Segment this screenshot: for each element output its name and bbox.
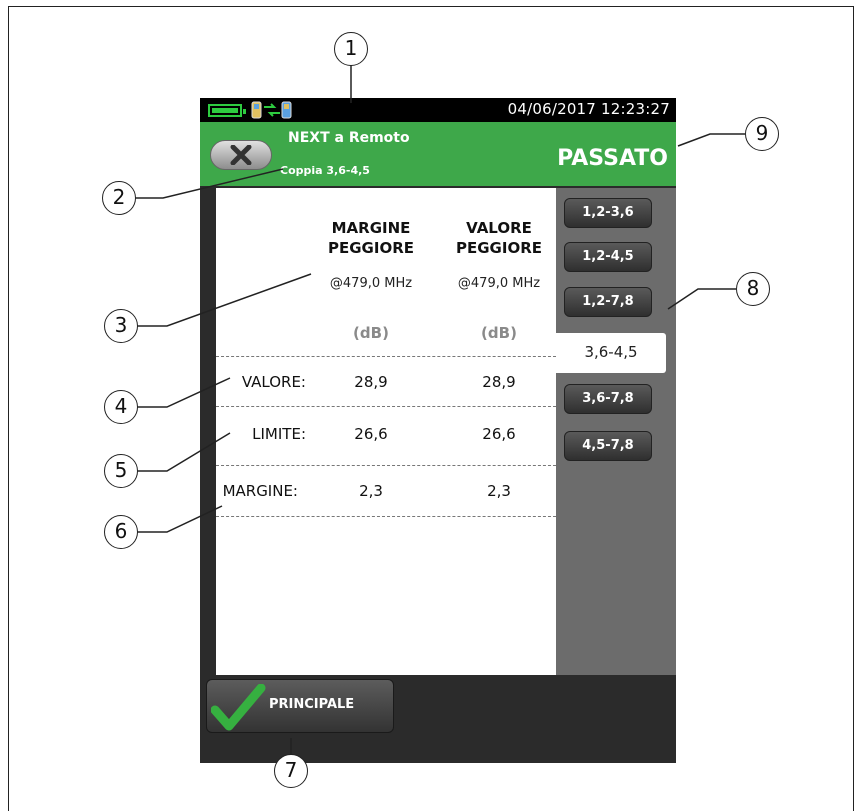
callout-9: 9 xyxy=(745,117,779,151)
callout-3: 3 xyxy=(104,309,138,343)
callout-7: 7 xyxy=(274,754,308,788)
callout-5: 5 xyxy=(104,454,138,488)
callout-4: 4 xyxy=(104,390,138,424)
callout-6: 6 xyxy=(104,515,138,549)
callout-8: 8 xyxy=(736,272,770,306)
callout-1: 1 xyxy=(334,32,368,66)
callout-2: 2 xyxy=(102,181,136,215)
